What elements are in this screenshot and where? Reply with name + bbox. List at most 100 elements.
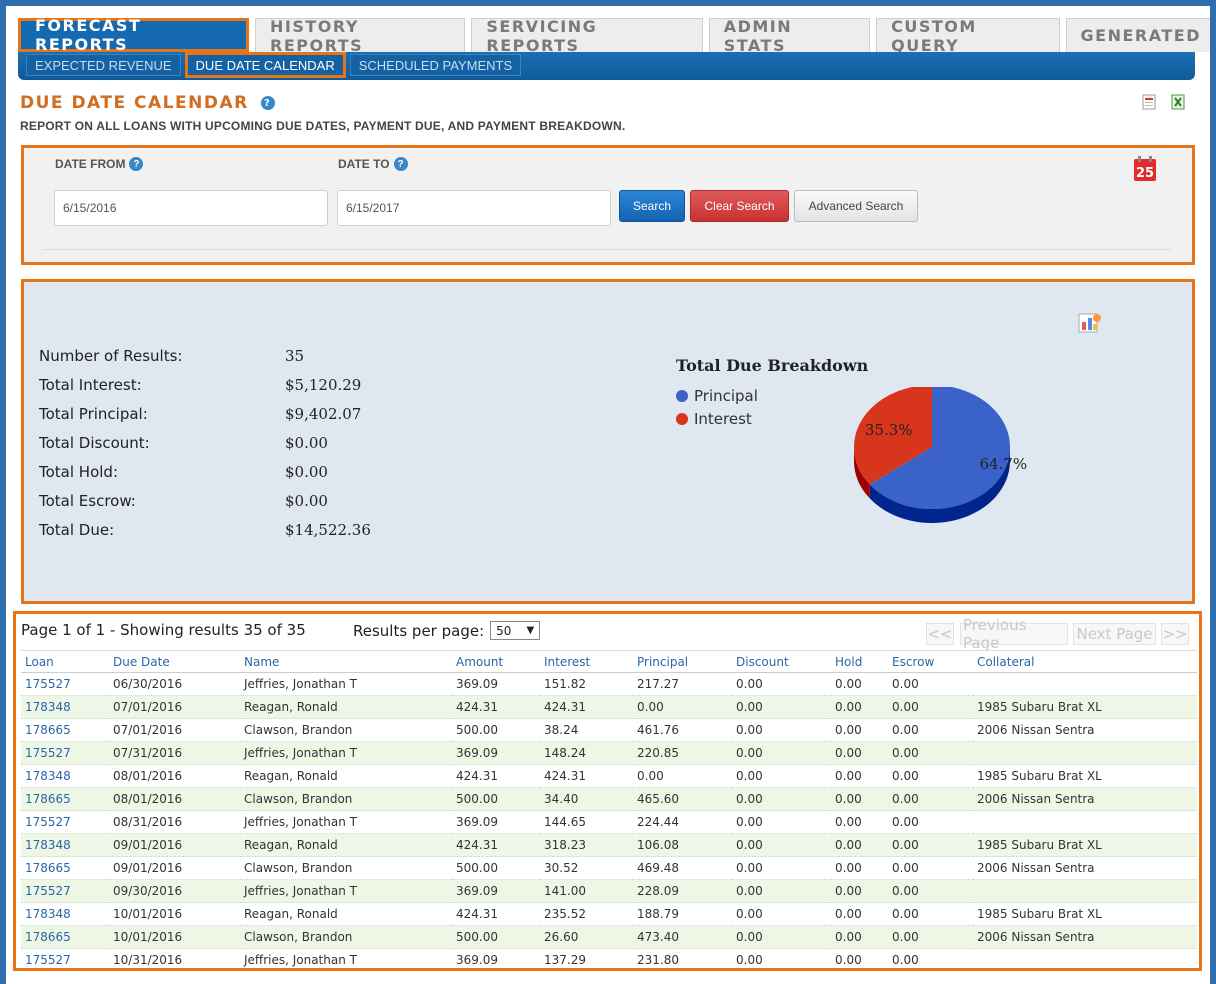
advanced-search-button[interactable]: Advanced Search [794, 190, 918, 222]
tab-forecast-reports[interactable]: FORECAST REPORTS [18, 16, 250, 54]
loan-link[interactable]: 178348 [21, 902, 109, 926]
column-header-name[interactable]: Name [240, 650, 452, 673]
table-row[interactable]: 175527 10/31/2016 Jeffries, Jonathan T 369.… [21, 948, 1197, 968]
table-cell: 0.00 [732, 695, 831, 719]
loan-link[interactable]: 178665 [21, 787, 109, 811]
table-row[interactable]: 178665 08/01/2016 Clawson, Brandon 500.00 34… [21, 787, 1197, 811]
table-row[interactable]: 178665 07/01/2016 Clawson, Brandon 500.00 38… [21, 718, 1197, 742]
table-row[interactable]: 178348 10/01/2016 Reagan, Ronald 424.31 235.… [21, 902, 1197, 926]
column-header-collateral[interactable]: Collateral [973, 650, 1197, 673]
table-row[interactable]: 178348 08/01/2016 Reagan, Ronald 424.31 424.… [21, 764, 1197, 788]
loan-link[interactable]: 175527 [21, 879, 109, 903]
subtab-due-date-calendar[interactable]: DUE DATE CALENDAR [184, 52, 346, 78]
page-title-row: DUE DATE CALENDAR ? [20, 93, 275, 113]
tab-admin-stats[interactable]: ADMIN STATS [708, 17, 871, 55]
legend-swatch-principal [676, 390, 688, 402]
loan-link[interactable]: 178348 [21, 764, 109, 788]
table-cell: Clawson, Brandon [240, 925, 452, 949]
column-header-hold[interactable]: Hold [831, 650, 888, 673]
help-icon[interactable]: ? [260, 96, 275, 110]
table-cell: 220.85 [633, 741, 732, 765]
excel-export-icon[interactable] [1170, 94, 1186, 110]
table-cell: 0.00 [732, 741, 831, 765]
dropdown-arrow-icon: ▼ [526, 625, 535, 636]
table-cell: 34.40 [540, 787, 633, 811]
column-header-loan[interactable]: Loan [21, 650, 109, 673]
loan-link[interactable]: 175527 [21, 810, 109, 834]
table-cell: 0.00 [888, 718, 973, 742]
date-from-input[interactable]: 6/15/2016 [54, 190, 328, 226]
table-cell: 0.00 [633, 764, 732, 788]
table-row[interactable]: 178348 07/01/2016 Reagan, Ronald 424.31 424.… [21, 695, 1197, 719]
table-cell: 0.00 [831, 787, 888, 811]
chart-options-icon[interactable] [1077, 310, 1103, 336]
loan-link[interactable]: 178665 [21, 925, 109, 949]
pie-slice-label: 35.3% [865, 421, 913, 439]
tab-servicing-reports[interactable]: SERVICING REPORTS [471, 17, 703, 55]
loan-link[interactable]: 175527 [21, 672, 109, 696]
clear-search-button[interactable]: Clear Search [690, 190, 789, 222]
column-header-amount[interactable]: Amount [452, 650, 540, 673]
help-icon[interactable]: ? [393, 157, 408, 171]
tab-history-reports[interactable]: HISTORY REPORTS [255, 17, 466, 55]
table-cell: 0.00 [732, 925, 831, 949]
loan-link[interactable]: 175527 [21, 741, 109, 765]
summary-value: 35 [285, 347, 305, 365]
column-header-discount[interactable]: Discount [732, 650, 831, 673]
loan-link[interactable]: 178665 [21, 856, 109, 880]
summary-label: Total Principal: [39, 405, 148, 423]
results-per-page-label: Results per page: [353, 621, 485, 640]
table-cell: 0.00 [888, 695, 973, 719]
column-header-interest[interactable]: Interest [540, 650, 633, 673]
table-row[interactable]: 175527 06/30/2016 Jeffries, Jonathan T 369.… [21, 672, 1197, 696]
subtab-scheduled-payments[interactable]: SCHEDULED PAYMENTS [349, 54, 522, 76]
date-to-input[interactable]: 6/15/2017 [337, 190, 611, 226]
previous-page-button[interactable]: Previous Page [960, 616, 1068, 652]
table-cell: 08/01/2016 [109, 787, 240, 811]
table-cell: 0.00 [888, 902, 973, 926]
summary-label: Total Due: [39, 521, 115, 539]
table-cell: 144.65 [540, 810, 633, 834]
table-cell: 08/31/2016 [109, 810, 240, 834]
loan-link[interactable]: 178348 [21, 833, 109, 857]
results-per-page-select[interactable]: 50 ▼ [490, 621, 541, 640]
table-row[interactable]: 178348 09/01/2016 Reagan, Ronald 424.31 318.… [21, 833, 1197, 857]
table-cell: 0.00 [831, 718, 888, 742]
help-icon[interactable]: ? [129, 157, 144, 171]
table-cell [973, 879, 1197, 903]
tab-custom-query[interactable]: CUSTOM QUERY [876, 17, 1060, 55]
calendar-icon[interactable]: 25 [1133, 156, 1157, 182]
table-row[interactable]: 178665 10/01/2016 Clawson, Brandon 500.00 26… [21, 925, 1197, 949]
column-header-principal[interactable]: Principal [633, 650, 732, 673]
table-cell: 0.00 [732, 810, 831, 834]
loan-link[interactable]: 178348 [21, 695, 109, 719]
table-cell: 0.00 [888, 948, 973, 968]
table-cell: 0.00 [888, 833, 973, 857]
next-page-button[interactable]: Next Page [1073, 623, 1156, 645]
table-cell: 424.31 [452, 833, 540, 857]
pdf-export-icon[interactable] [1141, 94, 1157, 110]
column-header-due-date[interactable]: Due Date [109, 650, 240, 673]
search-button[interactable]: Search [619, 190, 685, 222]
column-header-escrow[interactable]: Escrow [888, 650, 973, 673]
table-cell: 2006 Nissan Sentra [973, 856, 1197, 880]
tab-generated[interactable]: GENERATED [1065, 18, 1216, 52]
table-cell: 0.00 [732, 902, 831, 926]
first-page-button[interactable]: << [926, 623, 954, 645]
table-row[interactable]: 175527 08/31/2016 Jeffries, Jonathan T 369.… [21, 810, 1197, 834]
table-cell: 09/30/2016 [109, 879, 240, 903]
loan-link[interactable]: 178665 [21, 718, 109, 742]
summary-value: $0.00 [285, 492, 328, 510]
subtab-expected-revenue[interactable]: EXPECTED REVENUE [26, 54, 181, 76]
table-row[interactable]: 175527 07/31/2016 Jeffries, Jonathan T 369.… [21, 741, 1197, 765]
loan-link[interactable]: 175527 [21, 948, 109, 968]
table-row[interactable]: 178665 09/01/2016 Clawson, Brandon 500.00 30… [21, 856, 1197, 880]
page-info: Page 1 of 1 - Showing results 35 of 35 [21, 621, 306, 639]
table-cell: 0.00 [888, 810, 973, 834]
table-cell [973, 948, 1197, 968]
table-row[interactable]: 175527 09/30/2016 Jeffries, Jonathan T 369.… [21, 879, 1197, 903]
table-cell: 465.60 [633, 787, 732, 811]
last-page-button[interactable]: >> [1161, 623, 1189, 645]
table-cell: 10/01/2016 [109, 925, 240, 949]
table-cell: 369.09 [452, 672, 540, 696]
